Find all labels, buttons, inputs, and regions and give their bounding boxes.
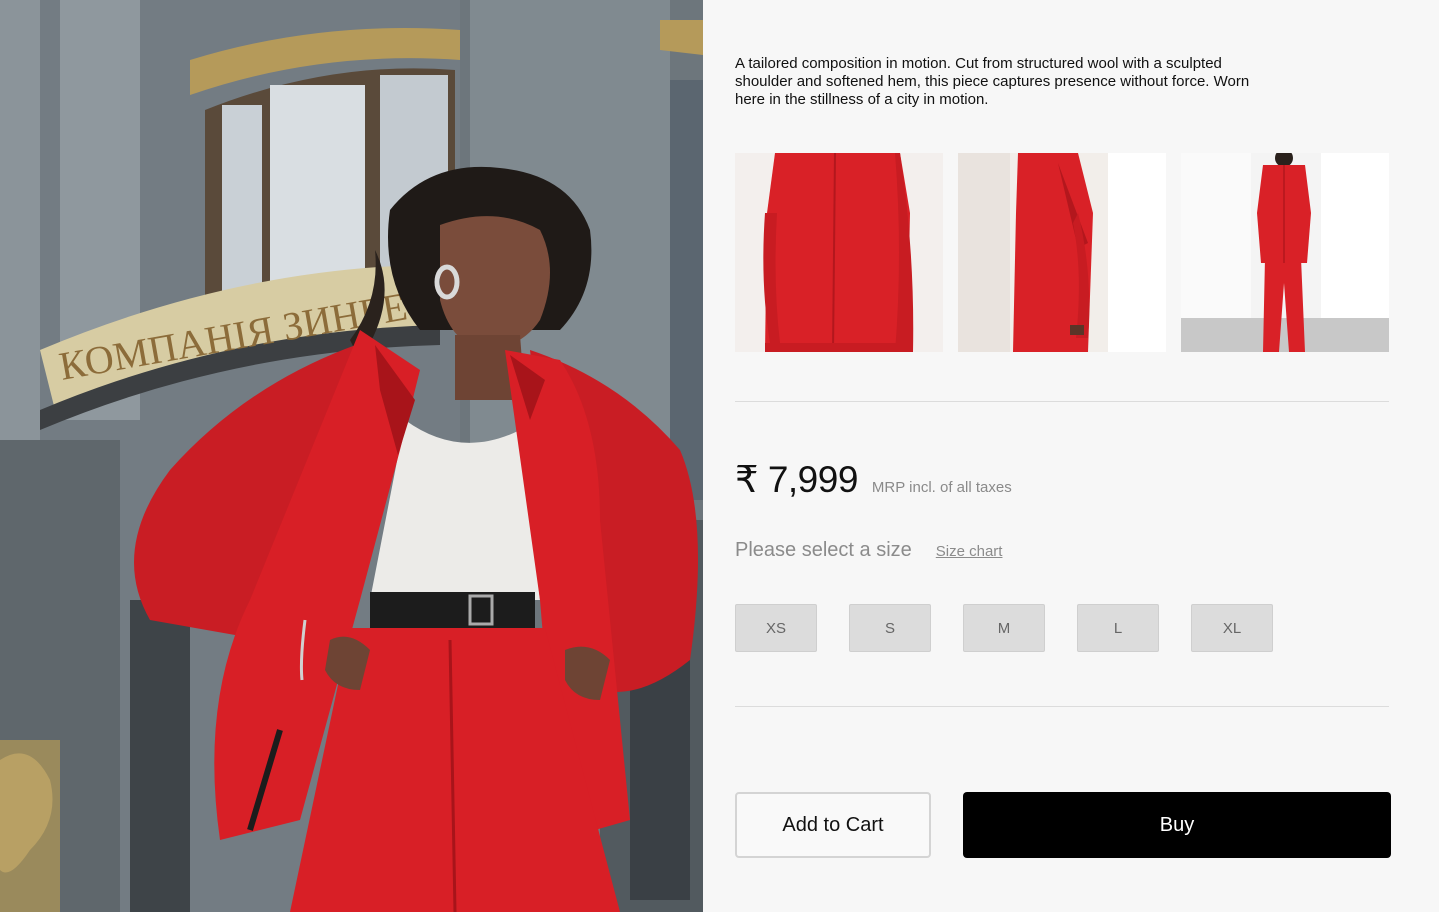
- section-divider: [735, 706, 1389, 707]
- size-options: XS S M L XL: [735, 604, 1273, 652]
- size-button-m[interactable]: M: [963, 604, 1045, 652]
- size-button-xl[interactable]: XL: [1191, 604, 1273, 652]
- buy-button[interactable]: Buy: [963, 792, 1391, 858]
- product-page: КОМПАНIЯ ЗИНГЕ A tailored composition in…: [0, 0, 1439, 912]
- thumbnail-full-length[interactable]: [1181, 153, 1389, 352]
- size-chart-link[interactable]: Size chart: [936, 543, 1003, 560]
- size-button-l[interactable]: L: [1077, 604, 1159, 652]
- product-price: ₹ 7,999: [735, 459, 858, 500]
- product-detail-panel: A tailored composition in motion. Cut fr…: [703, 0, 1439, 912]
- price-row: ₹ 7,999 MRP incl. of all taxes: [735, 458, 1012, 501]
- thumbnail-back-detail[interactable]: [735, 153, 943, 352]
- add-to-cart-button[interactable]: Add to Cart: [735, 792, 931, 858]
- price-note: MRP incl. of all taxes: [871, 479, 1012, 496]
- size-button-xs[interactable]: XS: [735, 604, 817, 652]
- section-divider: [735, 401, 1389, 402]
- hero-image: КОМПАНIЯ ЗИНГЕ: [0, 0, 703, 912]
- size-prompt: Please select a size: [735, 539, 912, 561]
- thumbnail-side-view[interactable]: [958, 153, 1166, 352]
- size-button-s[interactable]: S: [849, 604, 931, 652]
- product-description: A tailored composition in motion. Cut fr…: [735, 55, 1250, 108]
- thumbnail-gallery: [735, 153, 1389, 352]
- size-selector-header: Please select a size Size chart: [735, 539, 1002, 562]
